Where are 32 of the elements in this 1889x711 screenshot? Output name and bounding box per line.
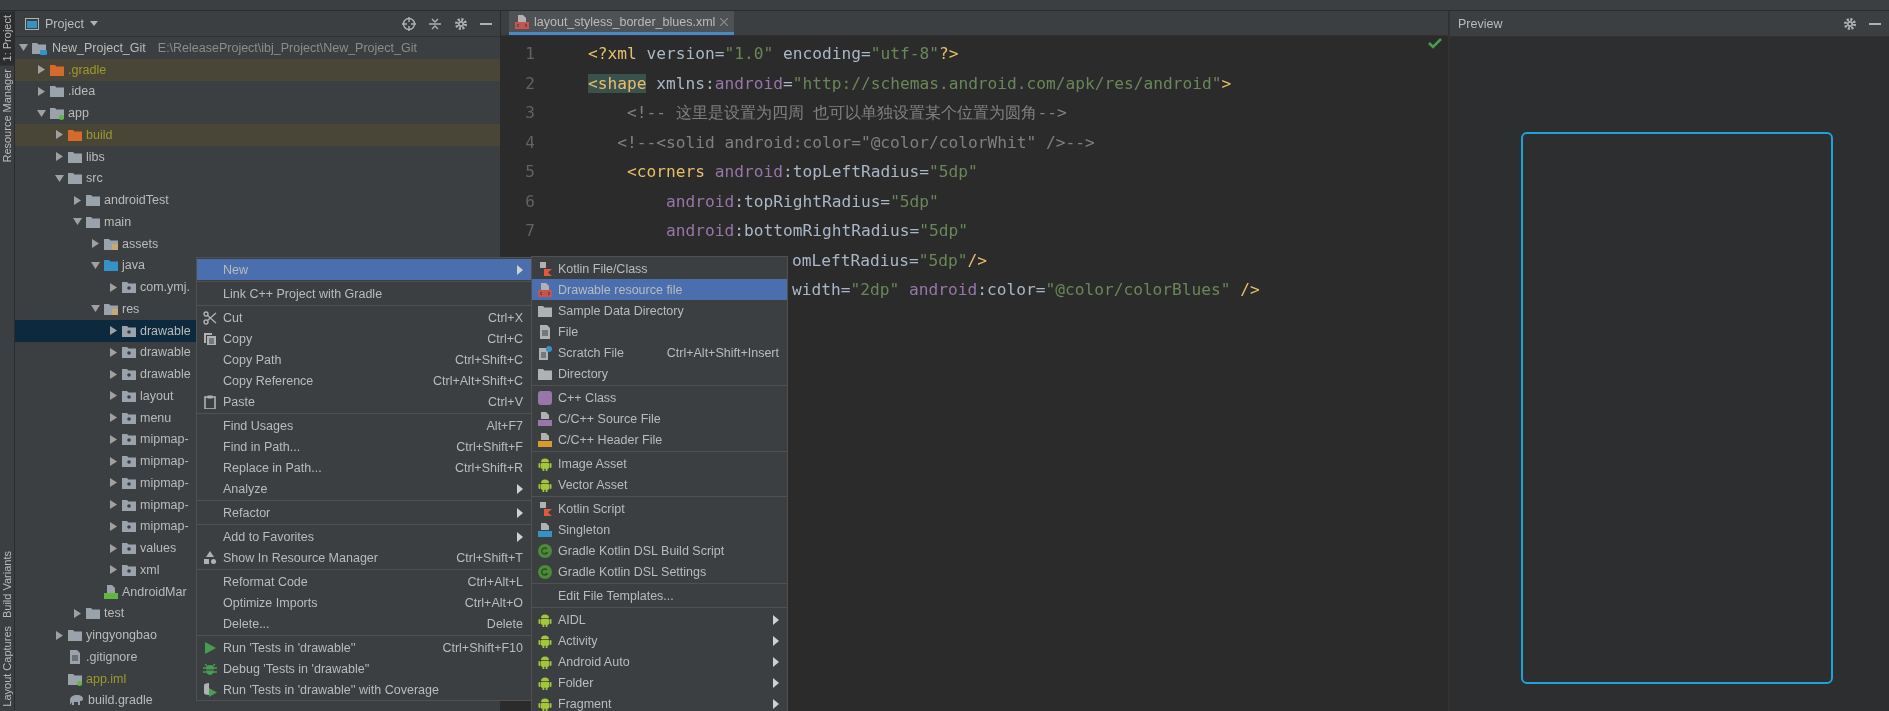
line-number: 7 bbox=[524, 221, 535, 241]
code-line: <!--<solid android:color="@color/colorWhit" />--> bbox=[616, 132, 1095, 152]
line-number: 4 bbox=[524, 132, 535, 152]
shortcut-text: Ctrl+Alt+Shift+Insert bbox=[666, 345, 779, 360]
code-line: android:topRightRadius="5dp" bbox=[664, 191, 939, 211]
line-number: 2 bbox=[524, 73, 535, 93]
shortcut-text: Ctrl+Shift+T bbox=[456, 550, 523, 565]
shortcut-text: Ctrl+X bbox=[487, 310, 523, 325]
line-number: 1 bbox=[524, 44, 535, 64]
code-line: android:bottomRightRadius="5dp" bbox=[664, 221, 969, 241]
shortcut-text: Ctrl+V bbox=[487, 394, 523, 409]
shortcut-text: Delete bbox=[486, 616, 523, 631]
panel-title: Preview bbox=[1458, 16, 1503, 31]
code-line: <?xml version="1.0" encoding="utf-8"?> bbox=[588, 44, 959, 64]
code-line: width="2dp" android:color="@color/colorBlues" /> bbox=[792, 280, 1260, 300]
shortcut-text: Ctrl+Alt+O bbox=[464, 595, 523, 610]
shortcut-text: Ctrl+Alt+L bbox=[467, 574, 523, 589]
shortcut-text: Alt+F7 bbox=[486, 418, 523, 433]
code-line: <!-- 这里是设置为四周 也可以单独设置某个位置为圆角--> bbox=[625, 101, 1067, 124]
line-number: 6 bbox=[524, 191, 535, 211]
shortcut-text: Ctrl+Shift+C bbox=[454, 352, 523, 367]
code-line: <shape xmlns:android="http://schemas.android.com/apk/res/android"> bbox=[588, 73, 1232, 93]
shortcut-text: Ctrl+Shift+F10 bbox=[442, 640, 523, 655]
shortcut-text: Ctrl+Alt+Shift+C bbox=[433, 373, 523, 388]
line-number: 5 bbox=[524, 162, 535, 182]
path-text: E:\ReleaseProject\ibj_Project\New_Project_Git bbox=[157, 40, 417, 55]
code-line: <corners android:topLeftRadius="5dp" bbox=[625, 162, 978, 182]
shortcut-text: Ctrl+Shift+F bbox=[456, 439, 523, 454]
shortcut-text: Ctrl+C bbox=[487, 331, 523, 346]
line-number: 3 bbox=[524, 103, 535, 123]
shortcut-text: Ctrl+Shift+R bbox=[454, 460, 523, 475]
code-line: omLeftRadius="5dp"/> bbox=[792, 250, 987, 270]
